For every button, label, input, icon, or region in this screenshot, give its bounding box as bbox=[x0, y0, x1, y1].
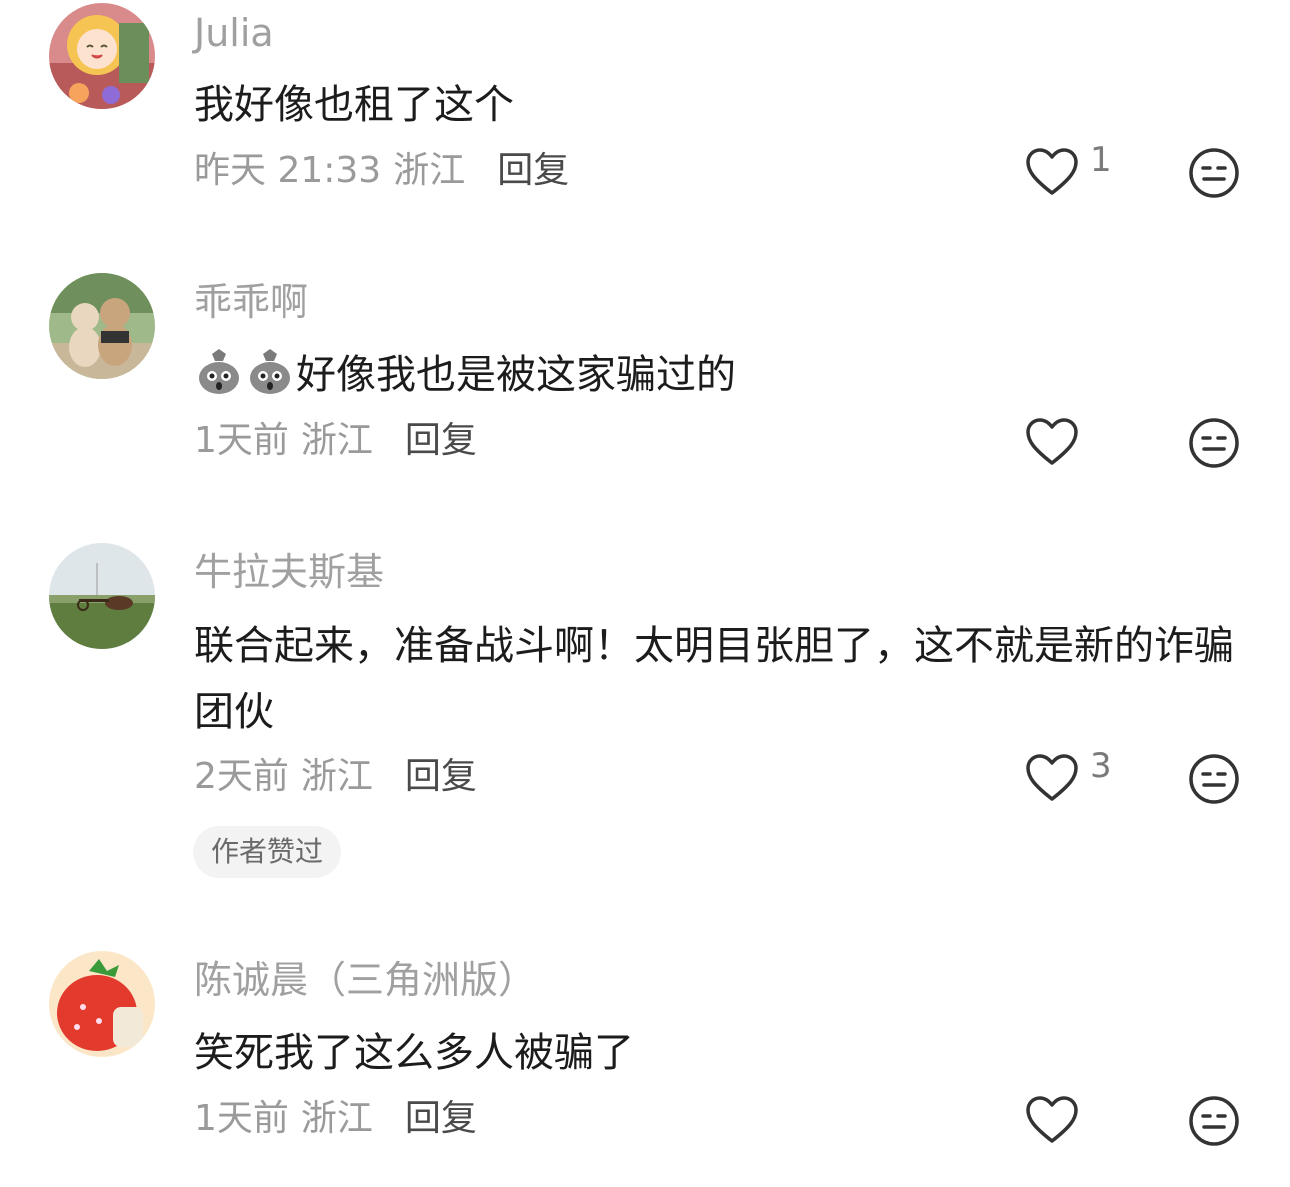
like-count: 1 bbox=[1090, 140, 1112, 180]
reply-button[interactable]: 回复 bbox=[405, 1098, 477, 1139]
heart-outline-icon bbox=[1026, 1096, 1078, 1143]
heart-outline-icon bbox=[1026, 418, 1078, 465]
author-liked-badge: 作者赞过 bbox=[193, 826, 342, 878]
comment-text-body: 好像我也是被这家骗过的 bbox=[296, 352, 736, 398]
reply-button[interactable]: 回复 bbox=[405, 420, 477, 461]
like-button[interactable]: 3 bbox=[1024, 746, 1124, 808]
avatar[interactable] bbox=[49, 3, 155, 109]
money-bag-emoji-icon bbox=[194, 346, 244, 416]
dislike-button[interactable] bbox=[1187, 146, 1241, 200]
expressionless-face-icon bbox=[1189, 754, 1239, 804]
dislike-button[interactable] bbox=[1187, 416, 1241, 470]
expressionless-face-icon bbox=[1189, 148, 1239, 198]
username[interactable]: 牛拉夫斯基 bbox=[194, 553, 384, 591]
dislike-button[interactable] bbox=[1187, 1094, 1241, 1148]
comment-meta: 1天前 浙江 回复 bbox=[194, 423, 477, 459]
heart-outline-icon bbox=[1026, 754, 1078, 801]
avatar[interactable] bbox=[49, 273, 155, 379]
like-button[interactable] bbox=[1024, 416, 1124, 472]
location: 浙江 bbox=[393, 150, 466, 191]
expressionless-face-icon bbox=[1189, 1096, 1239, 1146]
location: 浙江 bbox=[300, 420, 373, 461]
username[interactable]: 陈诚晨（三角洲版） bbox=[194, 961, 536, 999]
avatar[interactable] bbox=[49, 951, 155, 1057]
location: 浙江 bbox=[300, 1098, 373, 1139]
username[interactable]: Julia bbox=[194, 14, 274, 52]
timestamp: 1天前 bbox=[194, 420, 289, 461]
dislike-button[interactable] bbox=[1187, 752, 1241, 806]
timestamp: 2天前 bbox=[194, 756, 289, 797]
reply-button[interactable]: 回复 bbox=[497, 150, 569, 191]
money-bag-emoji-icon bbox=[245, 346, 295, 416]
like-count: 3 bbox=[1090, 746, 1112, 786]
comment-text: 好像我也是被这家骗过的 bbox=[194, 342, 1234, 416]
comment-meta: 昨天 21:33 浙江 回复 bbox=[194, 153, 569, 189]
comment-text: 我好像也租了这个 bbox=[194, 82, 514, 128]
comment-text: 笑死我了这么多人被骗了 bbox=[194, 1030, 634, 1076]
comment-meta: 2天前 浙江 回复 bbox=[194, 759, 477, 795]
like-button[interactable]: 1 bbox=[1024, 140, 1124, 202]
timestamp: 1天前 bbox=[194, 1098, 289, 1139]
expressionless-face-icon bbox=[1189, 418, 1239, 468]
heart-outline-icon bbox=[1026, 148, 1078, 195]
timestamp: 昨天 21:33 bbox=[194, 150, 382, 191]
like-button[interactable] bbox=[1024, 1094, 1124, 1150]
comment-meta: 1天前 浙江 回复 bbox=[194, 1101, 477, 1137]
avatar[interactable] bbox=[49, 543, 155, 649]
location: 浙江 bbox=[300, 756, 373, 797]
username[interactable]: 乖乖啊 bbox=[194, 283, 308, 321]
reply-button[interactable]: 回复 bbox=[405, 756, 477, 797]
comment-text: 联合起来，准备战斗啊！太明目张胆了，这不就是新的诈骗团伙 bbox=[194, 623, 1234, 735]
